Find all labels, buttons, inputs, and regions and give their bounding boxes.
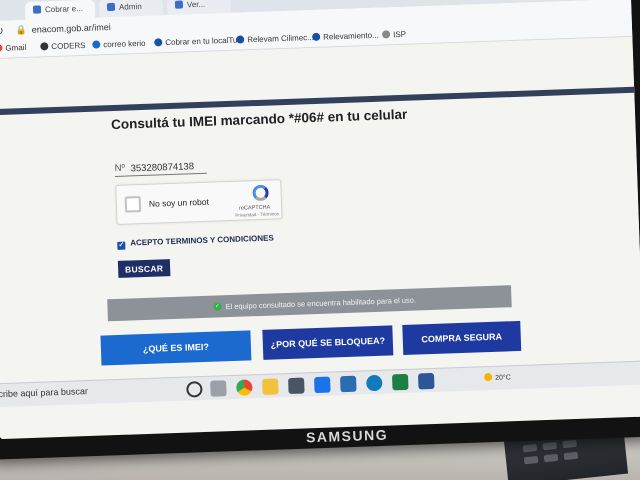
reload-icon[interactable]: ↻ [0,24,4,38]
weather-indicator[interactable]: 20°C [484,372,511,382]
lock-icon[interactable]: 🔒 [16,25,28,36]
bookmark-coders[interactable]: CODERS [40,41,86,52]
search-button[interactable]: BUSCAR [117,259,171,278]
bookmark-isp[interactable]: ISP [381,30,406,40]
explorer-icon[interactable] [262,378,279,395]
terms-label: ACEPTO TERMINOS Y CONDICIONES [130,233,274,248]
recaptcha-logo-icon [252,184,269,202]
recaptcha-links[interactable]: Privacidad - Términos [235,211,279,218]
relevamiento-icon [312,32,321,41]
app-icon[interactable] [340,375,357,393]
why-blocked-button[interactable]: ¿POR QUÉ SE BLOQUEA? [262,325,394,360]
recaptcha-checkbox[interactable] [124,196,142,213]
word-icon[interactable] [417,372,435,390]
page-title: Consultá tu IMEI marcando *#06# en tu ce… [110,106,408,133]
monitor-brand: SAMSUNG [305,426,389,446]
start-icon[interactable] [186,381,203,398]
tab-favicon-icon [32,5,42,14]
weather-sun-icon [484,372,493,382]
taskbar-search[interactable]: cribe aquí para buscar [0,386,88,399]
calculator-icon[interactable] [288,377,305,395]
success-check-icon: ✓ [213,302,222,311]
mail-icon[interactable] [314,376,331,394]
checkbox-checked-icon[interactable]: ✓ [117,241,126,250]
bookmark-kerio[interactable]: correo kerio [92,39,146,50]
status-message: El equipo consultado se encuentra habili… [225,295,417,312]
tab-favicon-icon [174,0,184,9]
status-banner: ✓ El equipo consultado se encuentra habi… [107,285,512,322]
recaptcha-brand: reCAPTCHA [239,204,271,212]
gmail-icon [0,43,3,53]
relevam-icon [236,35,245,44]
screen: Cobrar e... Admin Ver... ↻ 🔒 enacom.gob.… [0,0,640,440]
edge-icon[interactable] [366,374,383,392]
bookmark-relevam[interactable]: Relevam Cilimec... [236,33,314,45]
page-content: Consultá tu IMEI marcando *#06# en tu ce… [0,36,640,400]
bookmark-relevamiento[interactable]: Relevamiento... [312,31,379,42]
task-view-icon[interactable] [210,380,227,397]
imei-input[interactable] [114,158,207,177]
excel-icon[interactable] [391,373,409,391]
what-is-imei-button[interactable]: ¿QUÉ ES IMEI? [100,330,252,366]
chrome-icon[interactable] [236,379,253,396]
terms-checkbox-row[interactable]: ✓ ACEPTO TERMINOS Y CONDICIONES [117,233,274,250]
kerio-icon [92,40,101,49]
recaptcha-label: No soy un robot [148,196,210,209]
cobrar-icon [154,38,163,47]
isp-icon [381,30,391,39]
coders-icon [40,42,49,51]
safe-buy-button[interactable]: COMPRA SEGURA [402,320,522,356]
bookmark-gmail[interactable]: Gmail [0,43,26,53]
recaptcha-widget: No soy un robot reCAPTCHA Privacidad - T… [115,179,283,225]
url-field[interactable]: enacom.gob.ar/imei [32,22,111,35]
bookmark-cobrar[interactable]: Cobrar en tu localTu... [154,35,244,47]
tab-favicon-icon [106,2,116,12]
